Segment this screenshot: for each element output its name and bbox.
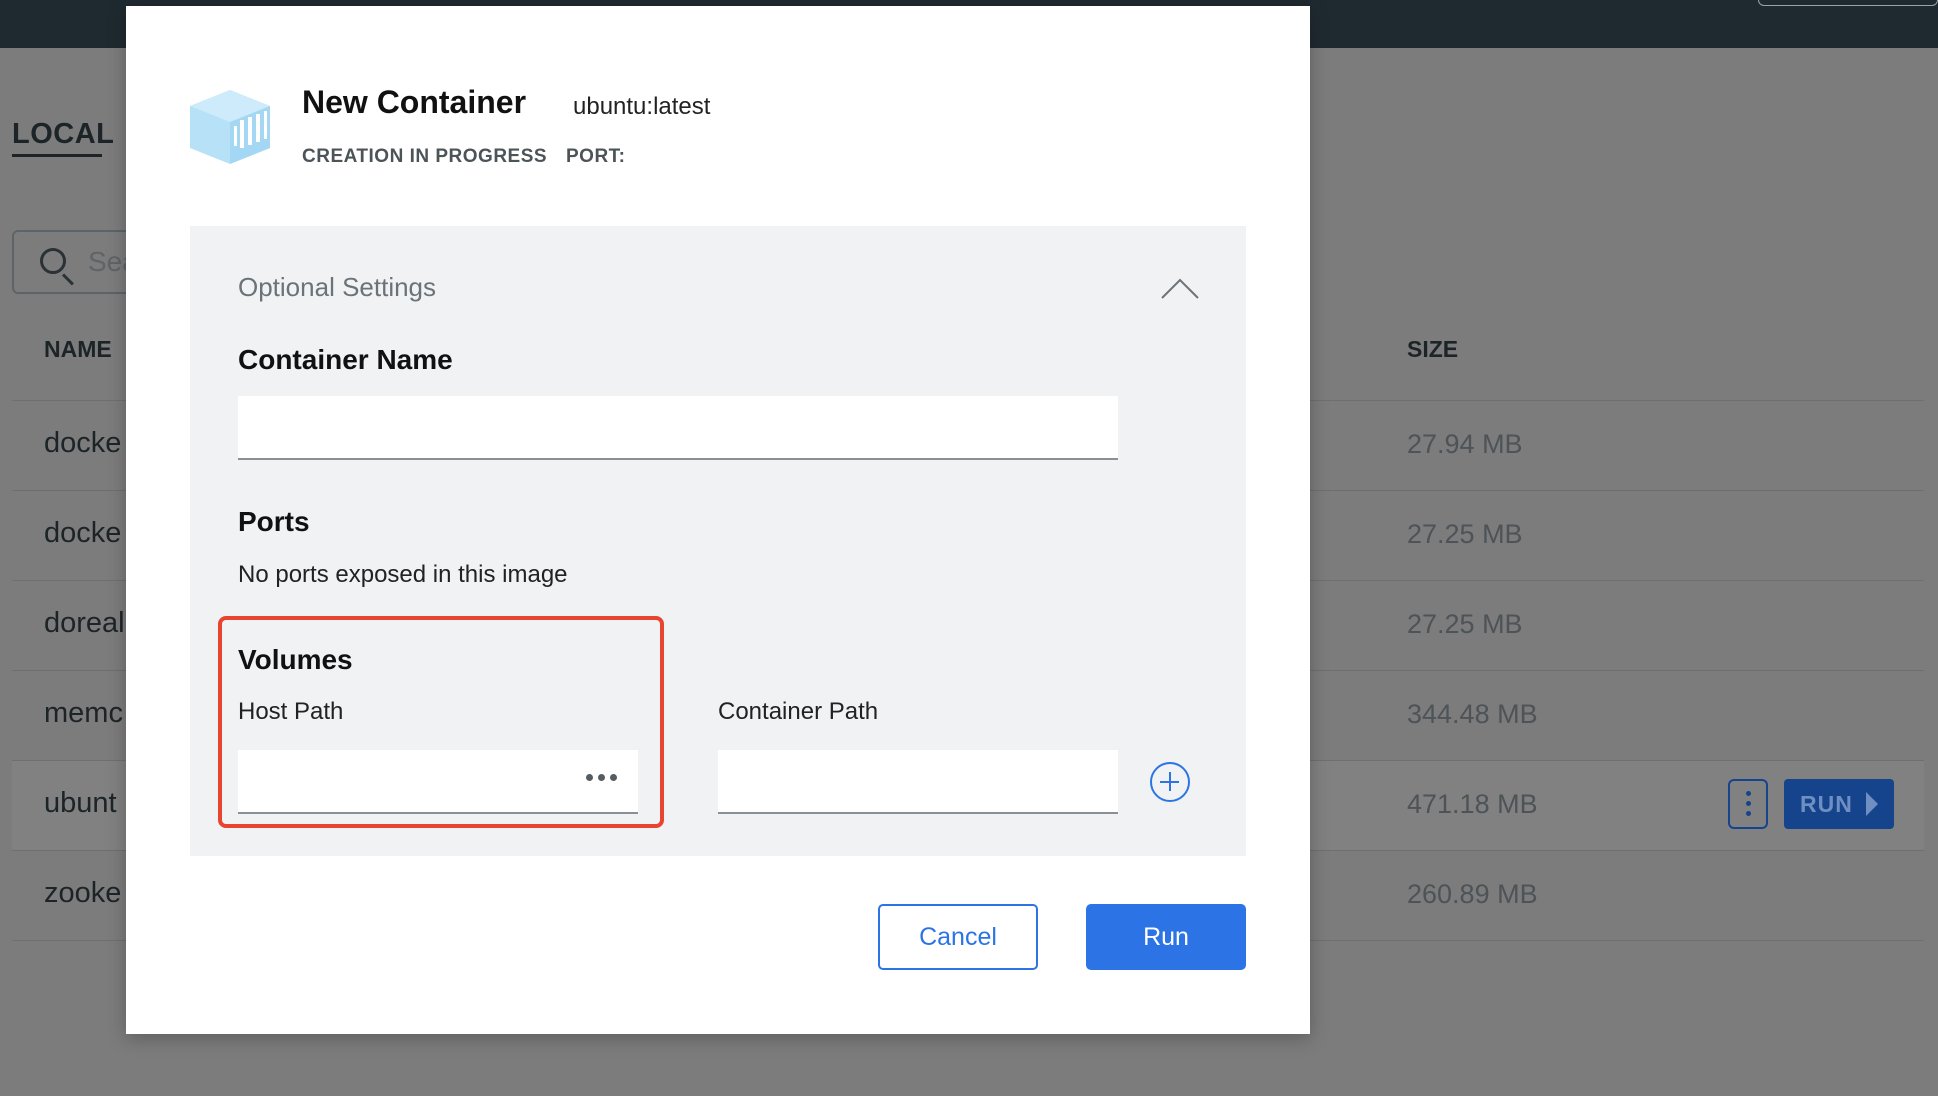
column-header-size[interactable]: SIZE [1407, 336, 1458, 363]
kebab-dot [1746, 791, 1751, 796]
container-name-input[interactable] [238, 396, 1118, 460]
tab-local-underline [12, 154, 102, 157]
row-size: 260.89 MB [1407, 879, 1538, 909]
row-name: zooke [44, 877, 122, 909]
search-icon [40, 248, 66, 274]
cancel-button[interactable]: Cancel [878, 904, 1038, 970]
column-header-name[interactable]: NAME [44, 336, 112, 363]
row-name: ubunt [44, 787, 117, 819]
row-size: 344.48 MB [1407, 699, 1538, 729]
kebab-dot [1746, 811, 1751, 816]
status-text: CREATION IN PROGRESS [302, 146, 548, 167]
new-container-dialog: New Container ubuntu:latest CREATION IN … [126, 6, 1310, 1034]
row-size: 471.18 MB [1407, 789, 1538, 819]
ports-info-text: No ports exposed in this image [238, 561, 568, 588]
run-image-button[interactable]: RUN [1784, 779, 1894, 829]
ports-label: Ports [238, 506, 310, 537]
volumes-highlight-box [218, 616, 664, 828]
chevron-up-icon[interactable] [1160, 276, 1200, 300]
row-name: memc [44, 697, 123, 729]
port-label: PORT: [566, 146, 626, 167]
optional-settings-title[interactable]: Optional Settings [238, 272, 436, 303]
kebab-dot [1746, 801, 1751, 806]
dialog-title: New Container [302, 84, 527, 120]
container-path-label: Container Path [718, 698, 879, 725]
run-button[interactable]: Run [1086, 904, 1246, 970]
container-name-label: Container Name [238, 344, 453, 375]
tab-local[interactable]: LOCAL [12, 118, 114, 151]
row-name: docke [44, 517, 122, 549]
row-size: 27.25 MB [1407, 519, 1523, 549]
row-name: doreal [44, 607, 125, 639]
more-options-button[interactable] [1728, 779, 1768, 829]
add-volume-icon[interactable] [1150, 762, 1190, 802]
row-size: 27.94 MB [1407, 429, 1523, 459]
container-icon [190, 90, 270, 164]
image-tag: ubuntu:latest [573, 93, 711, 120]
container-path-input[interactable] [718, 750, 1118, 814]
row-name: docke [44, 427, 122, 459]
row-size: 27.25 MB [1407, 609, 1523, 639]
topbar-control[interactable] [1758, 0, 1938, 6]
